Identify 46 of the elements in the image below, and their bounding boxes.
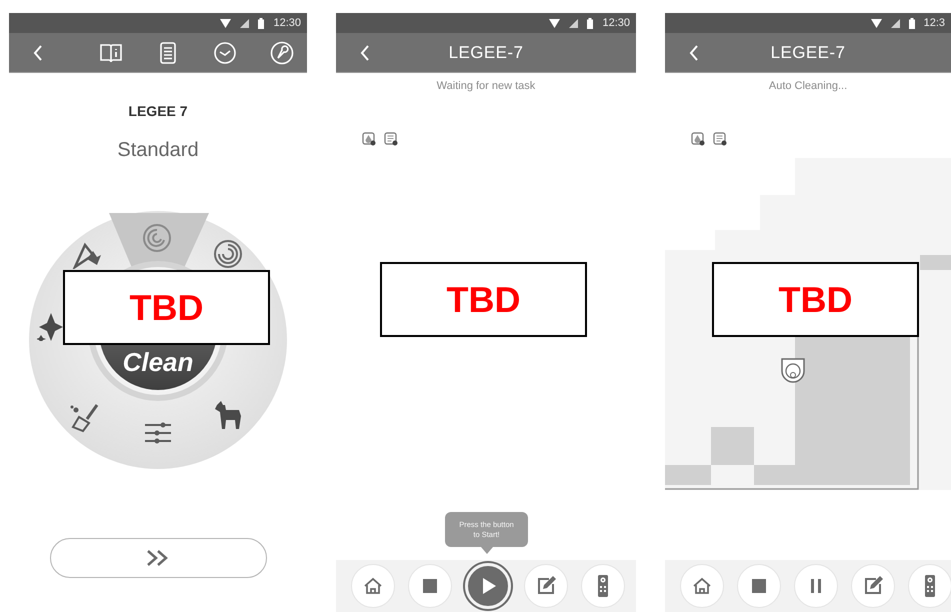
clean-label[interactable]: Clean bbox=[99, 347, 217, 377]
wifi-icon bbox=[870, 18, 882, 28]
broom-icon[interactable] bbox=[69, 403, 99, 433]
status-text: Waiting for new task bbox=[436, 79, 536, 93]
battery-icon bbox=[587, 18, 594, 28]
wrench-icon[interactable] bbox=[270, 40, 294, 64]
clock-time: 12:30 bbox=[273, 18, 301, 28]
signal-icon bbox=[569, 18, 578, 28]
back-icon[interactable] bbox=[360, 44, 370, 60]
pause-button[interactable] bbox=[794, 564, 838, 608]
back-icon[interactable] bbox=[33, 44, 43, 60]
placeholder-label: TBD bbox=[63, 270, 270, 345]
stop-button[interactable] bbox=[737, 564, 781, 608]
clock-time: 12:3 bbox=[924, 18, 945, 28]
placeholder-label: TBD bbox=[712, 262, 919, 337]
stop-button[interactable] bbox=[408, 564, 452, 608]
play-button[interactable] bbox=[465, 563, 511, 609]
home-button[interactable] bbox=[680, 564, 724, 608]
placeholder-label: TBD bbox=[380, 262, 587, 337]
dog-icon[interactable] bbox=[213, 399, 243, 429]
screen-title: LEGEE-7 bbox=[770, 42, 846, 64]
status-text: Auto Cleaning... bbox=[768, 79, 848, 93]
mode-label: Standard bbox=[116, 138, 200, 163]
spiral-icon[interactable] bbox=[213, 239, 243, 269]
dustbin-icon bbox=[384, 132, 398, 146]
screen-title: LEGEE-7 bbox=[448, 42, 524, 64]
signal-icon bbox=[890, 18, 900, 28]
remote-button[interactable] bbox=[908, 564, 951, 608]
wifi-icon bbox=[220, 18, 232, 28]
dustbin-icon bbox=[713, 132, 727, 146]
signal-icon bbox=[240, 18, 250, 28]
home-button[interactable] bbox=[351, 564, 395, 608]
remote-button[interactable] bbox=[581, 564, 625, 608]
water-tank-icon bbox=[362, 132, 376, 146]
edit-button[interactable] bbox=[524, 564, 568, 608]
battery-icon bbox=[908, 18, 915, 28]
battery-icon bbox=[258, 18, 264, 28]
device-name: LEGEE 7 bbox=[127, 102, 189, 121]
water-tank-icon bbox=[691, 132, 705, 146]
robot-icon bbox=[780, 357, 806, 383]
wifi-icon bbox=[549, 18, 560, 28]
edit-button[interactable] bbox=[851, 564, 895, 608]
clock-time: 12:30 bbox=[602, 18, 630, 28]
double-chevron-icon bbox=[146, 550, 170, 566]
clock-icon[interactable] bbox=[213, 40, 237, 64]
back-icon[interactable] bbox=[689, 44, 699, 60]
